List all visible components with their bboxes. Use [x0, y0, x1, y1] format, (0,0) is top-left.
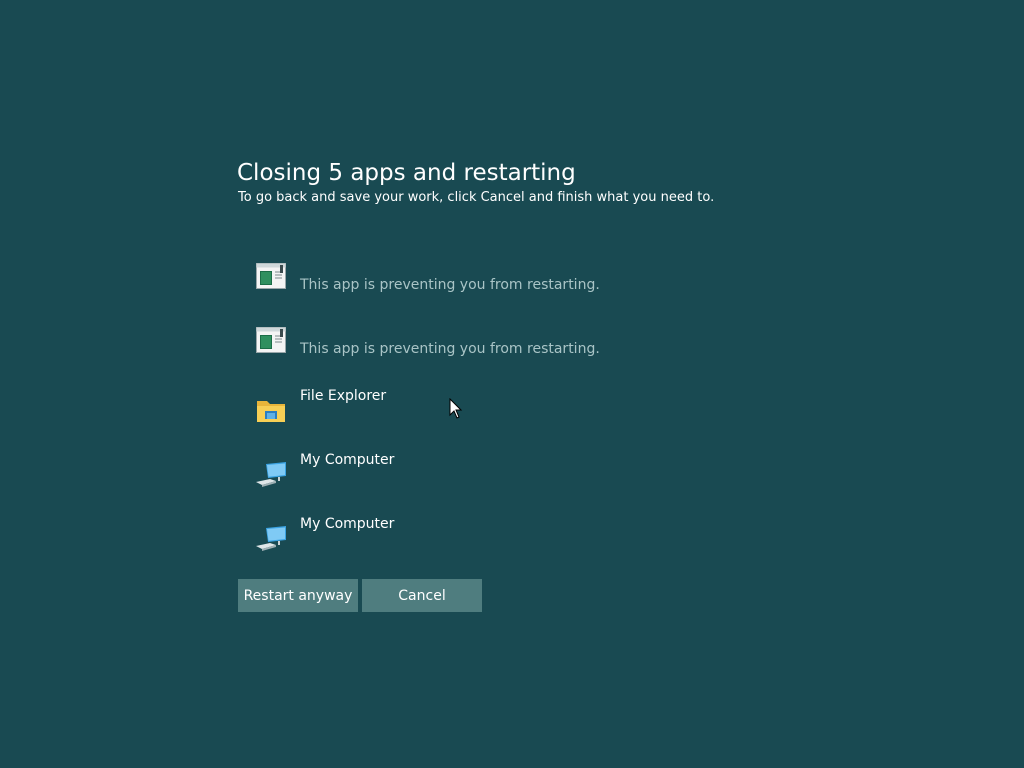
- list-item: This app is preventing you from restarti…: [256, 260, 756, 324]
- app-name: My Computer: [300, 516, 395, 532]
- page-subtitle: To go back and save your work, click Can…: [238, 190, 715, 205]
- list-item: My Computer: [256, 452, 756, 516]
- generic-app-window-icon: [256, 263, 286, 289]
- mouse-pointer-icon: [449, 397, 463, 420]
- list-item: My Computer: [256, 516, 756, 580]
- restart-blocking-screen: Closing 5 apps and restarting To go back…: [0, 0, 1024, 768]
- generic-app-window-icon: [256, 327, 286, 353]
- restart-anyway-button[interactable]: Restart anyway: [238, 579, 358, 612]
- list-item: This app is preventing you from restarti…: [256, 324, 756, 388]
- app-status: This app is preventing you from restarti…: [300, 341, 600, 357]
- app-name: File Explorer: [300, 388, 387, 404]
- page-title: Closing 5 apps and restarting: [237, 160, 576, 186]
- list-item: File Explorer: [256, 388, 756, 452]
- computer-icon: [256, 462, 286, 488]
- blocking-app-list: This app is preventing you from restarti…: [256, 260, 756, 580]
- cancel-button[interactable]: Cancel: [362, 579, 482, 612]
- folder-icon: [256, 398, 286, 424]
- computer-icon: [256, 526, 286, 552]
- app-status: This app is preventing you from restarti…: [300, 277, 600, 293]
- app-name: My Computer: [300, 452, 395, 468]
- action-buttons: Restart anyway Cancel: [238, 579, 482, 612]
